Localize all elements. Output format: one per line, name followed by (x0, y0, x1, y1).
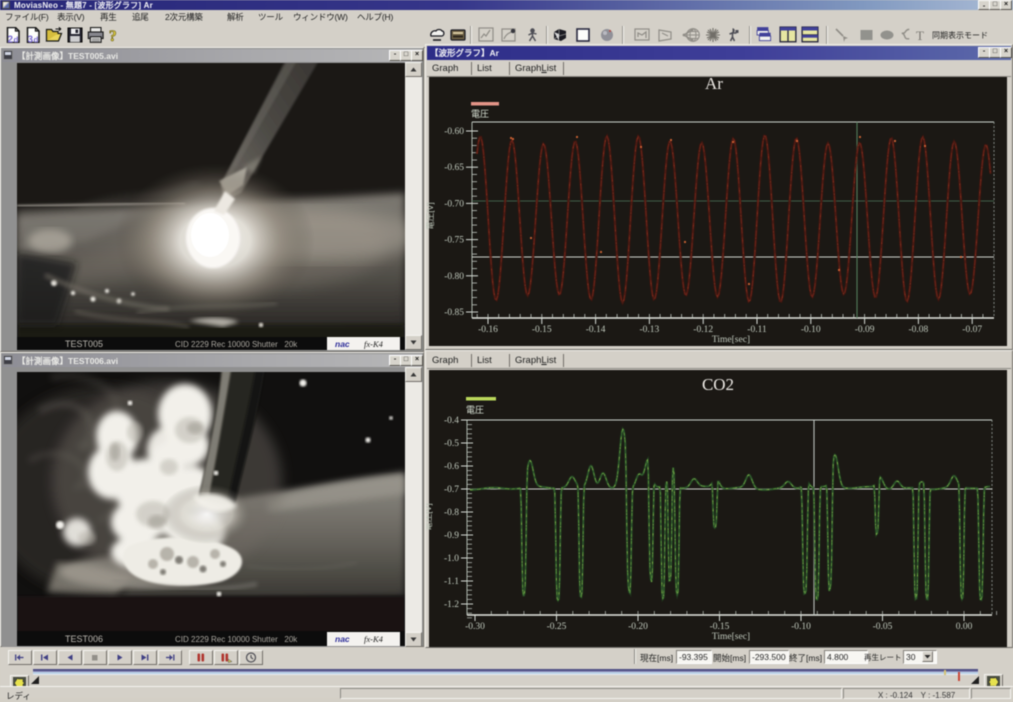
svg-text:-0.75: -0.75 (444, 236, 464, 246)
svg-text:d: d (14, 36, 19, 44)
svg-text:-0.85: -0.85 (444, 308, 464, 318)
svg-text:-0.09: -0.09 (855, 325, 875, 335)
svg-text:CID 2229 Rec 10000 Shutter 2: CID 2229 Rec 10000 Shutter 20k (175, 635, 298, 644)
svg-text:-1.0: -1.0 (444, 554, 459, 564)
svg-text:-0.6: -0.6 (444, 462, 459, 472)
svg-text:Time[sec]: Time[sec] (712, 335, 750, 345)
svg-text:d: d (34, 36, 39, 44)
svg-text:Time[sec]: Time[sec] (712, 632, 750, 642)
svg-text:-0.12: -0.12 (693, 325, 713, 335)
svg-text:-0.9: -0.9 (444, 531, 459, 541)
svg-text:-0.80: -0.80 (444, 272, 464, 282)
svg-text:電圧[V]: 電圧[V] (426, 503, 433, 530)
svg-text:-0.7: -0.7 (444, 485, 459, 495)
svg-text:fx-K4: fx-K4 (364, 339, 384, 349)
svg-text:fx-K4: fx-K4 (364, 634, 384, 644)
svg-text:-0.30: -0.30 (465, 622, 485, 632)
svg-text:-0.05: -0.05 (873, 622, 893, 632)
svg-text:TEST005: TEST005 (65, 339, 103, 349)
svg-text:-0.25: -0.25 (547, 622, 567, 632)
svg-text:-0.5: -0.5 (444, 439, 459, 449)
svg-text:-0.65: -0.65 (444, 163, 464, 173)
svg-text:-0.20: -0.20 (628, 622, 648, 632)
svg-text:-0.10: -0.10 (801, 325, 821, 335)
svg-text:-0.10: -0.10 (791, 622, 811, 632)
svg-text:-0.4: -0.4 (444, 416, 459, 426)
svg-text:-0.15: -0.15 (710, 622, 730, 632)
svg-text:-0.11: -0.11 (747, 325, 767, 335)
svg-text:-0.70: -0.70 (444, 199, 464, 209)
svg-text:-0.15: -0.15 (532, 325, 552, 335)
svg-text:-0.60: -0.60 (444, 127, 464, 137)
svg-text:-0.14: -0.14 (586, 325, 606, 335)
svg-text:-0.13: -0.13 (640, 325, 660, 335)
svg-text:-0.8: -0.8 (444, 508, 459, 518)
svg-text:CID 2229 Rec 10000 Shutter 2: CID 2229 Rec 10000 Shutter 20k (175, 340, 298, 349)
svg-text:電圧: 電圧 (471, 109, 489, 119)
svg-text:nac: nac (335, 339, 350, 349)
svg-text:0.00: 0.00 (956, 622, 973, 632)
svg-text:T: T (916, 28, 924, 43)
svg-text:?: ? (109, 28, 117, 43)
svg-text:TEST006: TEST006 (65, 634, 103, 644)
svg-text:-0.16: -0.16 (478, 325, 498, 335)
svg-text:-1.1: -1.1 (444, 577, 459, 587)
svg-text:電圧[V]: 電圧[V] (426, 202, 435, 229)
svg-text:-0.08: -0.08 (909, 325, 929, 335)
svg-text:-0.07: -0.07 (962, 325, 982, 335)
svg-text:nac: nac (335, 634, 350, 644)
svg-text:-1.2: -1.2 (444, 600, 459, 610)
svg-text:CO2: CO2 (702, 375, 734, 394)
svg-text:電圧: 電圧 (466, 405, 484, 415)
